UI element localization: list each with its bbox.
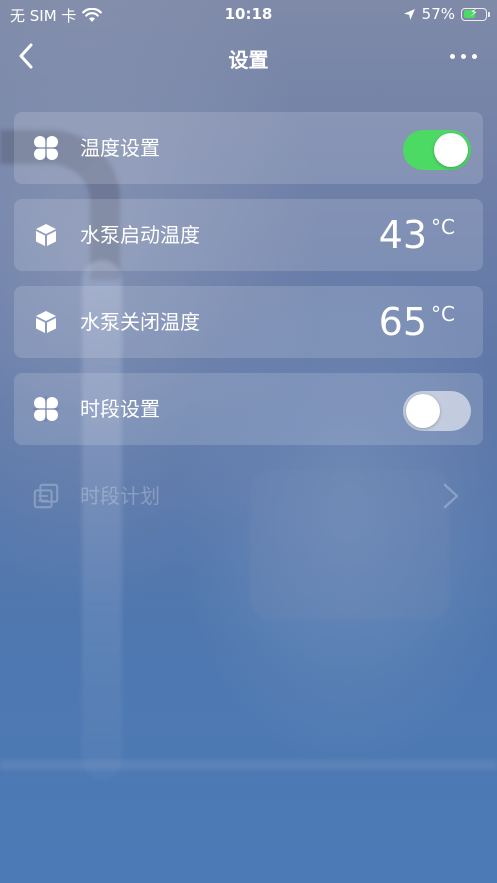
- row-period-setting: 时段设置: [14, 373, 483, 445]
- nav-bar: 设置: [0, 30, 497, 82]
- temperature-number: 65: [378, 300, 428, 344]
- row-label: 时段计划: [80, 484, 160, 508]
- chevron-right-icon: [443, 483, 459, 509]
- temperature-setting-toggle[interactable]: [403, 130, 471, 170]
- toggle-knob: [434, 133, 468, 167]
- row-temperature-setting: 温度设置: [14, 112, 483, 184]
- status-right: 57% ⚡: [403, 5, 490, 23]
- pump-stop-temperature-value: 65 °C: [379, 298, 455, 346]
- cube-icon: [32, 308, 60, 336]
- row-label: 时段设置: [80, 397, 160, 421]
- page-title: 设置: [228, 48, 269, 72]
- row-period-plan[interactable]: 时段计划: [14, 460, 483, 532]
- cube-icon: [32, 221, 60, 249]
- temperature-unit: °C: [431, 215, 455, 239]
- more-dot: [471, 53, 477, 59]
- battery-icon: ⚡: [461, 5, 490, 21]
- status-bar: 无 SIM 卡 10:18 57% ⚡: [0, 0, 497, 30]
- row-label: 水泵关闭温度: [80, 310, 200, 334]
- more-dot: [449, 53, 455, 59]
- location-arrow-icon: [403, 8, 415, 20]
- more-button[interactable]: [441, 40, 485, 72]
- clover-icon: [32, 395, 60, 423]
- clover-icon: [32, 134, 60, 162]
- period-setting-toggle[interactable]: [403, 391, 471, 431]
- row-pump-start-temperature[interactable]: 水泵启动温度 43 °C: [14, 199, 483, 271]
- temperature-number: 43: [378, 213, 428, 257]
- row-label: 温度设置: [80, 136, 160, 160]
- row-pump-stop-temperature[interactable]: 水泵关闭温度 65 °C: [14, 286, 483, 358]
- copy-icon: [32, 482, 60, 510]
- pump-start-temperature-value: 43 °C: [379, 211, 455, 259]
- charging-bolt-icon: ⚡: [470, 5, 478, 19]
- temperature-unit: °C: [431, 302, 455, 326]
- background-shelf: [0, 760, 497, 770]
- row-label: 水泵启动温度: [80, 223, 200, 247]
- battery-percent: 57%: [421, 5, 455, 23]
- toggle-knob: [406, 394, 440, 428]
- more-dot: [460, 53, 466, 59]
